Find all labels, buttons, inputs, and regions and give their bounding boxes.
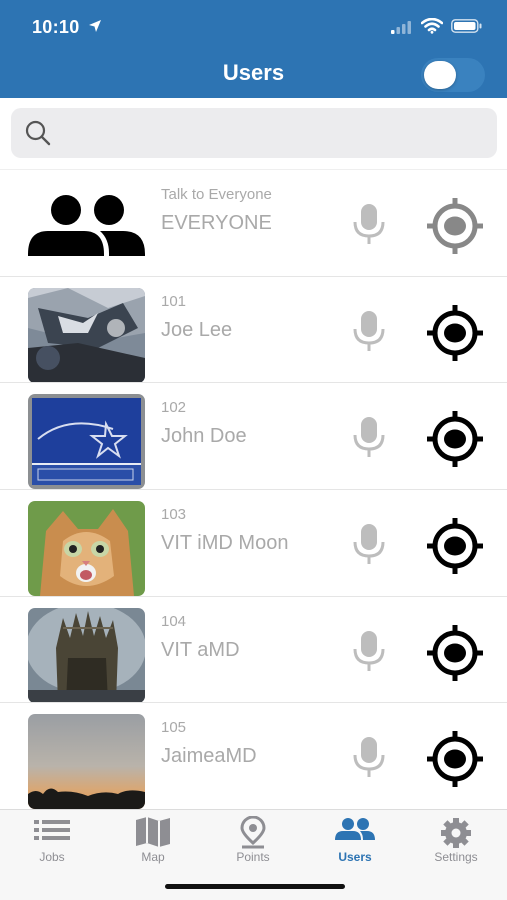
user-extension: Talk to Everyone xyxy=(161,186,272,203)
tab-label: Map xyxy=(141,850,165,864)
user-name: VIT aMD xyxy=(161,638,240,661)
list-icon xyxy=(34,820,70,840)
user-name: JaimeaMD xyxy=(161,745,257,768)
energy-star-photo xyxy=(28,394,145,490)
user-extension: 102 xyxy=(161,399,187,417)
search-input[interactable] xyxy=(63,108,483,158)
locate-user-icon[interactable] xyxy=(426,197,484,255)
user-list: Talk to Everyone EVERYONE 101 Joe Lee 10… xyxy=(0,169,507,810)
tab-jobs[interactable]: Jobs xyxy=(2,810,102,880)
map-icon xyxy=(136,817,170,847)
user-extension: 101 xyxy=(161,292,187,310)
user-extension: 105 xyxy=(161,719,187,737)
tab-map[interactable]: Map xyxy=(103,810,203,880)
throne-photo xyxy=(28,607,145,703)
broadcast-toggle[interactable] xyxy=(421,58,485,92)
user-extension: 104 xyxy=(161,612,187,630)
toggle-knob[interactable] xyxy=(424,61,456,89)
list-item-user[interactable]: 101 Joe Lee xyxy=(0,275,507,383)
list-item-user[interactable]: 104 VIT aMD xyxy=(0,595,507,703)
tab-points[interactable]: Points xyxy=(203,810,303,880)
locate-user-icon[interactable] xyxy=(426,517,484,575)
locate-user-icon[interactable] xyxy=(426,730,484,788)
status-time: 10:10 xyxy=(32,17,80,37)
gear-icon xyxy=(441,818,471,848)
tab-settings[interactable]: Settings xyxy=(406,810,506,880)
users-icon xyxy=(335,818,375,840)
cellular-signal-icon xyxy=(391,21,411,34)
cat-photo xyxy=(28,501,145,597)
wifi-icon xyxy=(421,18,443,34)
app-header: 10:10 Users xyxy=(0,0,507,98)
list-item-user[interactable]: 102 John Doe xyxy=(0,382,507,490)
list-item-everyone[interactable]: Talk to Everyone EVERYONE xyxy=(0,169,507,276)
home-indicator xyxy=(165,884,345,889)
tab-label: Settings xyxy=(434,850,478,864)
group-icon xyxy=(28,181,145,276)
user-name: EVERYONE xyxy=(161,212,272,234)
microphone-icon[interactable] xyxy=(350,415,388,459)
battery-icon xyxy=(451,19,482,33)
microphone-icon[interactable] xyxy=(350,735,388,779)
tab-label: Jobs xyxy=(39,850,65,864)
user-extension: 103 xyxy=(161,506,187,524)
tab-label: Users xyxy=(338,850,372,864)
locate-user-icon[interactable] xyxy=(426,304,484,362)
list-item-user[interactable]: 105 JaimeaMD xyxy=(0,702,507,810)
microphone-icon[interactable] xyxy=(350,629,388,673)
user-avatar-photo xyxy=(28,287,145,383)
tab-label: Points xyxy=(236,850,270,864)
search-bar[interactable] xyxy=(11,108,497,158)
search-icon xyxy=(25,120,51,146)
locate-user-icon[interactable] xyxy=(426,410,484,468)
tab-users[interactable]: Users xyxy=(305,810,405,880)
map-pin-icon xyxy=(240,816,266,849)
microphone-icon[interactable] xyxy=(350,309,388,353)
user-name: VIT iMD Moon xyxy=(161,532,289,555)
locate-user-icon[interactable] xyxy=(426,624,484,682)
microphone-icon[interactable] xyxy=(350,522,388,566)
user-name: Joe Lee xyxy=(161,318,233,341)
microphone-icon[interactable] xyxy=(350,202,388,246)
list-item-user[interactable]: 103 VIT iMD Moon xyxy=(0,489,507,597)
location-arrow-icon xyxy=(89,20,101,32)
user-name: John Doe xyxy=(161,425,247,448)
sunset-photo xyxy=(28,714,145,810)
